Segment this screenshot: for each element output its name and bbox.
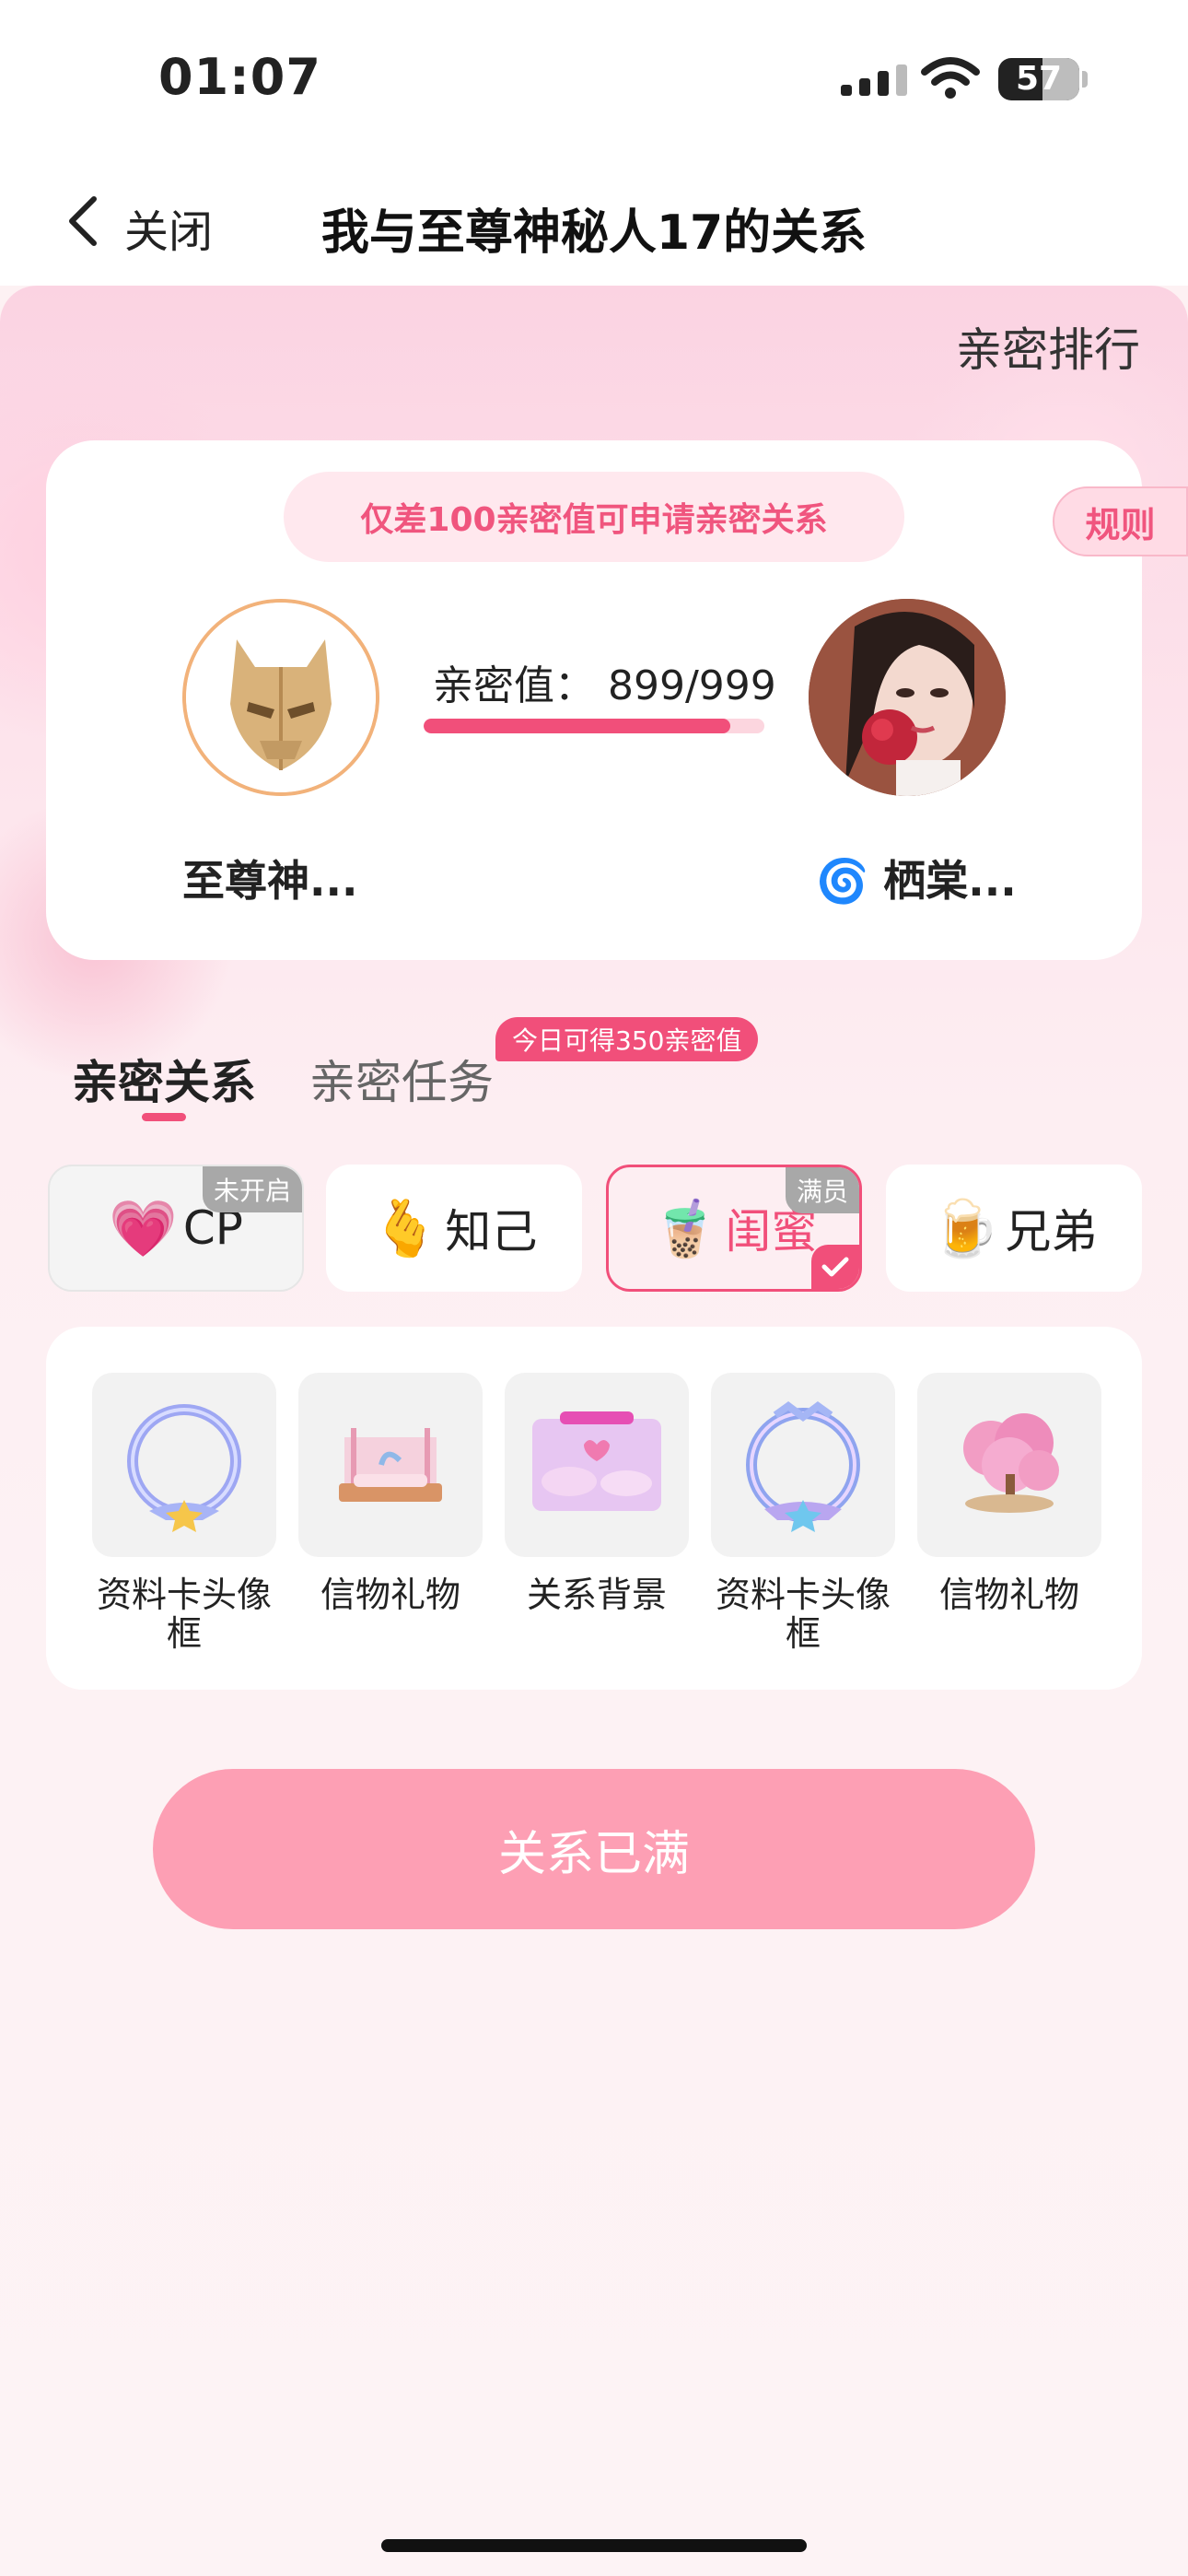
reward-label: 资料卡头像框: [715, 1575, 891, 1654]
avatar-frame-icon: [711, 1373, 895, 1557]
reward-item[interactable]: 关系背景: [505, 1373, 689, 1614]
status-time: 01:07: [158, 48, 321, 106]
relation-label: 兄弟: [1005, 1205, 1098, 1259]
relation-background-icon: [505, 1373, 689, 1557]
relation-label: 知己: [445, 1205, 538, 1259]
partner-name: 🌀 栖棠...: [816, 856, 1017, 906]
rewards-panel: 资料卡头像框 信物礼物 关系背景 资料卡头像框 信物礼物: [46, 1327, 1142, 1690]
intimacy-score-value: 899/999: [608, 662, 776, 709]
reward-item[interactable]: 信物礼物: [917, 1373, 1101, 1614]
rules-button[interactable]: 规则: [1053, 486, 1188, 556]
my-avatar[interactable]: [182, 599, 379, 796]
reward-label: 信物礼物: [320, 1575, 460, 1615]
status-bar: 01:07 57: [0, 0, 1188, 157]
relation-chip-bestie[interactable]: 🧋 闺蜜 满员: [606, 1165, 862, 1292]
cellular-signal-icon: [841, 64, 907, 96]
reward-item[interactable]: 资料卡头像框: [92, 1373, 276, 1653]
check-icon: [811, 1245, 859, 1289]
active-tab-indicator: [142, 1113, 186, 1121]
relation-chip-confidant[interactable]: 🫰 知己: [326, 1165, 582, 1292]
relation-full-button[interactable]: 关系已满: [153, 1769, 1035, 1929]
home-indicator[interactable]: [381, 2539, 807, 2552]
wifi-icon: [921, 57, 980, 99]
relation-chip-cp[interactable]: 💗 CP 未开启: [48, 1165, 304, 1292]
reward-label: 资料卡头像框: [96, 1575, 272, 1654]
not-opened-tag: 未开启: [202, 1166, 302, 1212]
my-name: 至尊神...: [182, 856, 358, 906]
tab-intimate-tasks[interactable]: 亲密任务: [309, 1046, 494, 1112]
intimacy-score-label: 亲密值：: [433, 662, 595, 709]
avatar-frame-icon: [92, 1373, 276, 1557]
intimacy-ranking-link[interactable]: 亲密排行: [956, 313, 1140, 380]
reward-item[interactable]: 资料卡头像框: [711, 1373, 895, 1653]
partner-avatar[interactable]: [809, 599, 1006, 796]
gold-mask-avatar-icon: [186, 603, 376, 792]
full-tag: 满员: [785, 1167, 859, 1213]
relationship-card: 仅差100亲密值可申请亲密关系 亲密值： 899/999 至尊神... 🌀 栖棠…: [46, 440, 1142, 960]
relation-chip-brother[interactable]: 🍺 兄弟: [886, 1165, 1142, 1292]
beer-mug-icon: 🍺: [930, 1196, 1000, 1261]
reward-label: 信物礼物: [938, 1575, 1079, 1615]
battery-level: 57: [1015, 60, 1063, 98]
sakura-tree-icon: [917, 1373, 1101, 1557]
intimacy-progress-fill: [424, 719, 730, 733]
page-title: 我与至尊神秘人17的关系: [320, 205, 868, 261]
reward-item[interactable]: 信物礼物: [298, 1373, 483, 1614]
finger-heart-icon: 🫰: [370, 1196, 440, 1261]
battery-icon: 57: [998, 58, 1079, 100]
gift-bed-icon: [298, 1373, 483, 1557]
partner-photo-icon: [809, 599, 1006, 796]
bubble-tea-icon: 🧋: [650, 1196, 720, 1261]
intimacy-progress-bar: [424, 719, 764, 733]
nav-bar: 关闭 我与至尊神秘人17的关系: [0, 157, 1188, 286]
intimacy-score: 亲密值： 899/999: [433, 652, 776, 711]
heart-pulse-icon: 💗: [109, 1196, 178, 1261]
task-reward-badge: 今日可得350亲密值: [495, 1017, 759, 1061]
tab-intimate-relations[interactable]: 亲密关系: [72, 1046, 256, 1112]
intimacy-hint: 仅差100亲密值可申请亲密关系: [284, 472, 904, 562]
reward-label: 关系背景: [526, 1575, 667, 1615]
